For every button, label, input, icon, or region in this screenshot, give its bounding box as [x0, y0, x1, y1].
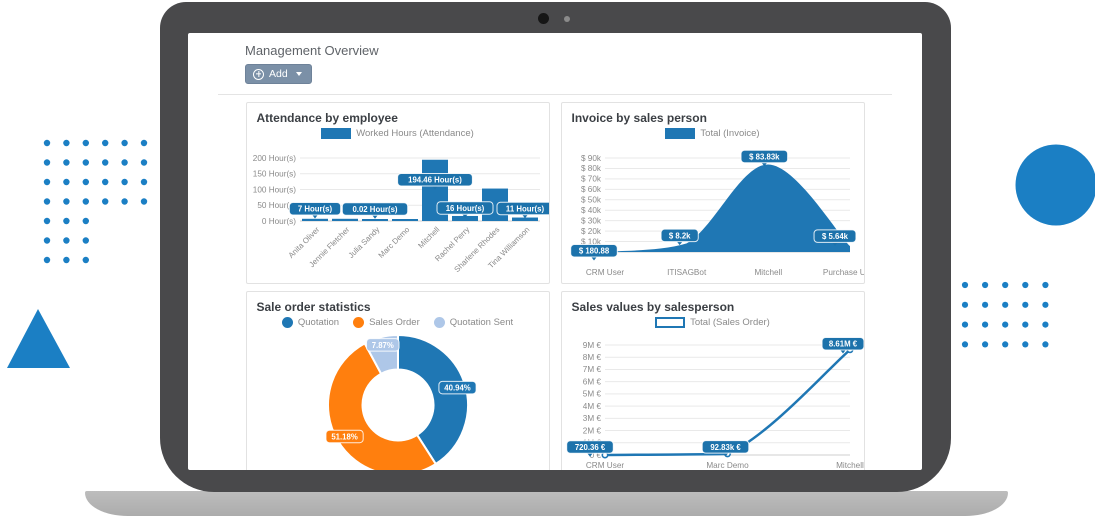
legend-item[interactable]: Worked Hours (Attendance): [321, 128, 474, 139]
legend-item[interactable]: Total (Invoice): [665, 128, 759, 139]
svg-text:6M €: 6M €: [582, 377, 601, 386]
svg-text:$ 90k: $ 90k: [580, 153, 601, 162]
card-sale-order-statistics: Sale order statistics Quotation Sales Orde…: [246, 291, 550, 471]
invoice-chart[interactable]: $ 0$ 10k$ 20k$ 30k$ 40k$ 50k$ 60k$ 70k$ …: [570, 142, 856, 284]
svg-text:$ 83.83k: $ 83.83k: [749, 152, 780, 161]
svg-text:$ 60k: $ 60k: [580, 185, 601, 194]
svg-text:$ 50k: $ 50k: [580, 195, 601, 204]
legend-item[interactable]: Sales Order: [353, 317, 420, 328]
svg-text:7M €: 7M €: [582, 365, 601, 374]
legend-label: Quotation: [298, 317, 339, 328]
svg-text:8M €: 8M €: [582, 353, 601, 362]
svg-text:Marc Demo: Marc Demo: [376, 224, 411, 259]
svg-text:$ 80k: $ 80k: [580, 164, 601, 173]
chart-legend: Worked Hours (Attendance): [255, 126, 541, 141]
legend-item[interactable]: Total (Sales Order): [655, 317, 770, 328]
svg-text:51.18%: 51.18%: [331, 432, 358, 441]
page-title: Management Overview: [245, 43, 865, 58]
chart-legend: Quotation Sales Order Quotation Sent: [255, 315, 541, 330]
legend-swatch-icon: [665, 128, 695, 139]
legend-label: Sales Order: [369, 317, 420, 328]
svg-text:$ 180.88: $ 180.88: [578, 246, 609, 255]
svg-text:$ 30k: $ 30k: [580, 216, 601, 225]
cards-grid: Attendance by employee Worked Hours (Atte…: [246, 102, 865, 471]
svg-text:11 Hour(s): 11 Hour(s): [505, 204, 544, 213]
svg-text:16 Hour(s): 16 Hour(s): [445, 203, 484, 212]
svg-text:150 Hour(s): 150 Hour(s): [252, 169, 296, 178]
legend-swatch-icon: [282, 317, 293, 328]
svg-text:40.94%: 40.94%: [444, 383, 471, 392]
legend-swatch-icon: [434, 317, 445, 328]
svg-text:7 Hour(s): 7 Hour(s): [297, 204, 332, 213]
svg-text:Mitchell: Mitchell: [754, 268, 782, 277]
card-title: Attendance by employee: [257, 111, 541, 125]
legend-swatch-icon: [655, 317, 685, 328]
card-sales-values: Sales values by salesperson Total (Sales …: [561, 291, 865, 471]
svg-text:5M €: 5M €: [582, 389, 601, 398]
legend-item[interactable]: Quotation: [282, 317, 339, 328]
chart-legend: Total (Invoice): [570, 126, 856, 141]
svg-text:CRM User: CRM User: [585, 461, 623, 470]
svg-text:100 Hour(s): 100 Hour(s): [252, 185, 296, 194]
card-invoice: Invoice by sales person Total (Invoice) $ …: [561, 102, 865, 284]
dashboard: Management Overview Add Attendance by em…: [188, 33, 922, 470]
webcam-icon: [538, 13, 549, 24]
webcam-indicator-dot: [564, 16, 570, 22]
svg-text:0.02 Hour(s): 0.02 Hour(s): [352, 204, 397, 213]
card-title: Sale order statistics: [257, 300, 541, 314]
svg-text:$ 40k: $ 40k: [580, 206, 601, 215]
dashboard-header: Management Overview Add: [188, 43, 922, 85]
laptop-base: [85, 491, 1008, 516]
laptop-screen: Management Overview Add Attendance by em…: [188, 33, 922, 470]
legend-swatch-icon: [321, 128, 351, 139]
legend-swatch-icon: [353, 317, 364, 328]
svg-text:8.61M €: 8.61M €: [828, 339, 857, 348]
svg-text:9M €: 9M €: [582, 340, 601, 349]
svg-text:3M €: 3M €: [582, 414, 601, 423]
add-button-label: Add: [269, 68, 288, 80]
svg-text:4M €: 4M €: [582, 401, 601, 410]
svg-text:$ 5.64k: $ 5.64k: [821, 232, 848, 241]
svg-text:Purchase User: Purchase User: [822, 268, 864, 277]
svg-text:$ 70k: $ 70k: [580, 174, 601, 183]
sale-order-statistics-chart[interactable]: 40.94% 51.18% 7.87%: [255, 331, 541, 471]
plus-circle-icon: [253, 69, 264, 80]
svg-text:Mitchell: Mitchell: [836, 461, 864, 470]
svg-text:$ 20k: $ 20k: [580, 226, 601, 235]
card-title: Sales values by salesperson: [572, 300, 856, 314]
svg-text:Julia Sandy: Julia Sandy: [346, 224, 381, 259]
header-divider: [218, 94, 892, 95]
attendance-chart[interactable]: 0 Hour(s)50 Hour(s)100 Hour(s)150 Hour(s…: [255, 142, 541, 284]
legend-label: Total (Sales Order): [690, 317, 770, 328]
legend-item[interactable]: Quotation Sent: [434, 317, 513, 328]
svg-text:Mitchell: Mitchell: [416, 224, 441, 249]
svg-text:92.83k €: 92.83k €: [710, 442, 741, 451]
legend-label: Quotation Sent: [450, 317, 513, 328]
svg-text:200 Hour(s): 200 Hour(s): [252, 153, 296, 162]
add-button[interactable]: Add: [245, 64, 312, 84]
svg-text:ITISAGBot: ITISAGBot: [667, 268, 707, 277]
laptop-frame: Management Overview Add Attendance by em…: [160, 2, 951, 492]
card-attendance: Attendance by employee Worked Hours (Atte…: [246, 102, 550, 284]
svg-text:2M €: 2M €: [582, 426, 601, 435]
legend-label: Worked Hours (Attendance): [356, 128, 474, 139]
page: Management Overview Add Attendance by em…: [0, 0, 1095, 516]
card-title: Invoice by sales person: [572, 111, 856, 125]
sales-values-chart[interactable]: 0 €1M €2M €3M €4M €5M €6M €7M €8M €9M €C…: [570, 331, 856, 471]
svg-text:Marc Demo: Marc Demo: [706, 461, 749, 470]
svg-text:7.87%: 7.87%: [371, 340, 393, 349]
svg-text:0 Hour(s): 0 Hour(s): [261, 216, 295, 225]
svg-text:CRM User: CRM User: [585, 268, 623, 277]
legend-label: Total (Invoice): [700, 128, 759, 139]
svg-text:194.46 Hour(s): 194.46 Hour(s): [408, 175, 462, 184]
svg-text:$ 8.2k: $ 8.2k: [668, 231, 690, 240]
svg-text:720.36 €: 720.36 €: [574, 442, 605, 451]
chart-legend: Total (Sales Order): [570, 315, 856, 330]
caret-down-icon: [296, 72, 302, 76]
